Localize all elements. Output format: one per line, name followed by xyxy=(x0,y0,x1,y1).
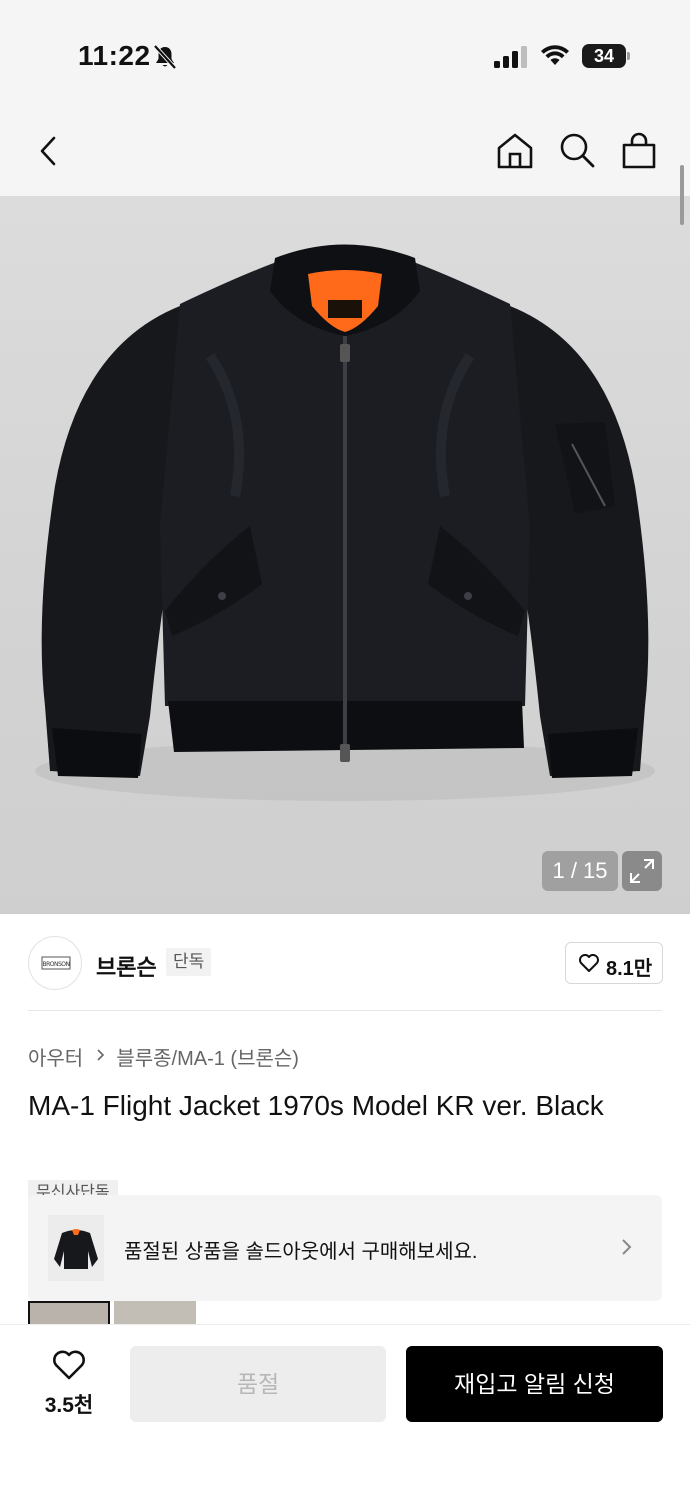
exclusive-badge: 단독 xyxy=(166,948,212,976)
chevron-right-icon xyxy=(622,1239,632,1255)
expand-icon[interactable] xyxy=(622,851,662,891)
status-bar: 11:22 34 xyxy=(0,0,690,110)
wifi-icon xyxy=(541,45,569,65)
wishlist-button[interactable]: 3.5천 xyxy=(30,1349,108,1421)
breadcrumb: 아우터 블루종/MA-1 (브론슨) xyxy=(28,1042,299,1071)
product-title: MA-1 Flight Jacket 1970s Model KR ver. B… xyxy=(28,1090,604,1121)
soldout-marketplace-banner[interactable]: 품절된 상품을 솔드아웃에서 구매해보세요. xyxy=(28,1195,662,1301)
brand-logo-mark: BRONSON xyxy=(41,956,71,970)
svg-text:BRONSON: BRONSON xyxy=(42,961,69,968)
heart-icon xyxy=(53,1350,85,1380)
brand-like-count: 8.1만 xyxy=(606,958,653,980)
divider xyxy=(28,1010,662,1011)
product-photo-jacket xyxy=(35,244,655,801)
shopping-bag-icon[interactable] xyxy=(618,130,660,172)
page-scrollbar[interactable] xyxy=(680,165,684,225)
top-nav xyxy=(0,110,690,196)
search-icon[interactable] xyxy=(556,130,598,172)
breadcrumb-item-outer[interactable]: 아우터 xyxy=(28,1042,83,1071)
color-option-selected[interactable] xyxy=(28,1301,110,1325)
image-counter: 1 / 15 xyxy=(542,851,618,891)
battery-icon: 34 xyxy=(582,44,630,68)
chevron-right-icon xyxy=(97,1049,104,1061)
soldout-product-thumbnail xyxy=(48,1215,104,1281)
bell-off-icon xyxy=(153,44,177,70)
brand-name[interactable]: 브론슨 xyxy=(96,950,157,982)
battery-tip xyxy=(627,52,630,60)
heart-icon xyxy=(579,954,599,972)
wishlist-count: 3.5천 xyxy=(44,1394,94,1417)
color-option[interactable] xyxy=(114,1301,196,1325)
product-image-gallery[interactable]: 1 / 15 xyxy=(0,196,690,914)
battery-level: 34 xyxy=(582,44,626,68)
color-options xyxy=(28,1301,228,1325)
brand-row: BRONSON 브론슨 단독 8.1만 xyxy=(0,914,690,1010)
back-arrow-icon[interactable] xyxy=(28,130,70,172)
soldout-button[interactable]: 품절 xyxy=(130,1346,386,1422)
status-time: 11:22 xyxy=(78,40,151,71)
brand-logo[interactable]: BRONSON xyxy=(28,936,82,990)
soldout-banner-text: 품절된 상품을 솔드아웃에서 구매해보세요. xyxy=(124,1241,478,1263)
signal-icon xyxy=(494,46,527,68)
home-icon[interactable] xyxy=(494,130,536,172)
bottom-action-bar: 3.5천 품절 재입고 알림 신청 xyxy=(0,1324,690,1500)
brand-like-button[interactable]: 8.1만 xyxy=(565,942,663,984)
restock-alert-button[interactable]: 재입고 알림 신청 xyxy=(406,1346,663,1422)
breadcrumb-item-category[interactable]: 블루종/MA-1 (브론슨) xyxy=(116,1042,299,1071)
